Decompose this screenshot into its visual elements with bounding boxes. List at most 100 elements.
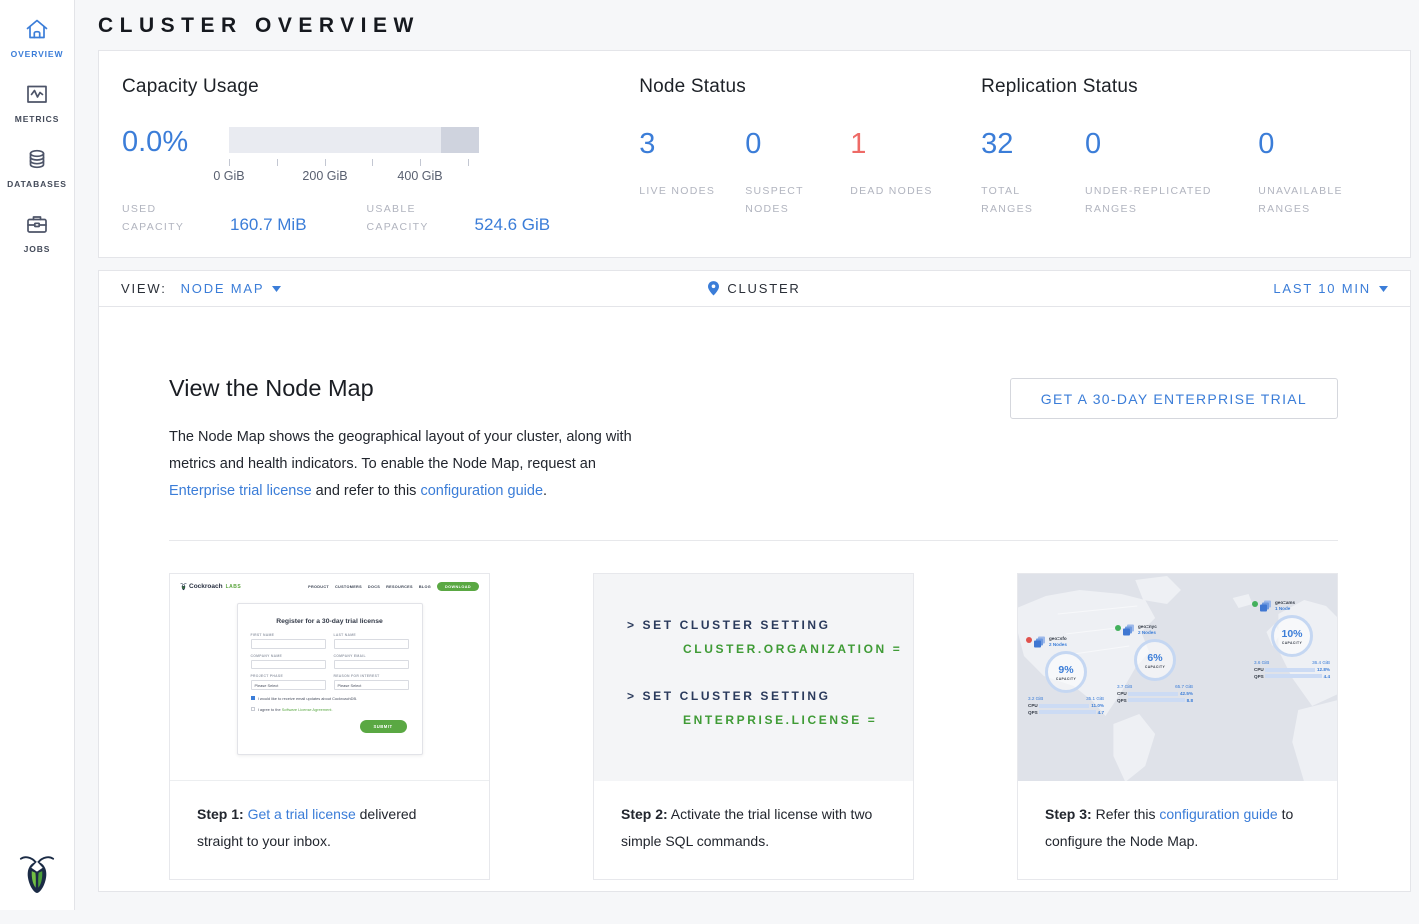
usable-capacity-stat: USABLE CAPACITY 524.6 GiB: [367, 201, 551, 237]
sidebar: OVERVIEW METRICS DATABASES: [0, 0, 75, 910]
step1-caption: Step 1: Get a trial license delivered st…: [170, 781, 489, 878]
sidebar-item-databases[interactable]: DATABASES: [7, 146, 67, 189]
capacity-usage-title: Capacity Usage: [122, 76, 639, 98]
configuration-guide-link[interactable]: configuration guide: [1159, 806, 1277, 822]
mini-download-button: DOWNLOAD: [437, 582, 479, 591]
main-content: CLUSTER OVERVIEW Capacity Usage 0.0% 0 G…: [75, 14, 1419, 905]
axis-tick: [277, 159, 278, 166]
time-range-dropdown[interactable]: LAST 10 MIN: [1273, 281, 1388, 296]
nodes-stack-icon: [1260, 600, 1272, 612]
step3-card: geo=sfo 2 Nodes 9% CAPACITY 3.2 GiB 35.1…: [1017, 573, 1338, 879]
status-dot-ok: [1115, 625, 1121, 631]
qps-sparkline: [1128, 698, 1185, 702]
mini-input: [334, 639, 409, 649]
mini-checkbox-checked: [251, 696, 255, 700]
sidebar-item-overview[interactable]: OVERVIEW: [11, 16, 64, 59]
axis-tick: [229, 159, 230, 166]
sidebar-item-label: JOBS: [24, 244, 51, 254]
node-map-placeholder-card: View the Node Map The Node Map shows the…: [98, 306, 1411, 892]
status-dot-warning: [1026, 637, 1032, 643]
suspect-nodes-stat: 0 SUSPECT NODES: [745, 130, 850, 219]
page-title: CLUSTER OVERVIEW: [98, 14, 1411, 38]
mini-trial-form: Register for a 30-day trial license FIRS…: [237, 603, 423, 755]
sidebar-item-metrics[interactable]: METRICS: [15, 81, 60, 124]
sidebar-item-label: METRICS: [15, 114, 60, 124]
cpu-sparkline: [1039, 704, 1089, 708]
chevron-down-icon: [1379, 286, 1388, 292]
capacity-gauge: 10% CAPACITY: [1271, 615, 1313, 657]
cockroachdb-logo: [18, 850, 56, 896]
mini-nav-item: DOCS: [368, 585, 380, 589]
locality-breadcrumb[interactable]: CLUSTER: [543, 281, 965, 296]
cpu-sparkline: [1128, 692, 1178, 696]
mini-nav-item: CUSTOMERS: [335, 585, 362, 589]
replication-status-section: Replication Status 32 TOTAL RANGES 0 UND…: [981, 76, 1410, 257]
jobs-icon: [24, 211, 50, 237]
qps-sparkline: [1039, 710, 1096, 714]
node-status-title: Node Status: [639, 76, 981, 98]
cockroach-labs-logo: Cockroach LABS: [180, 582, 241, 591]
status-dot-ok: [1252, 601, 1258, 607]
used-capacity-label: USED CAPACITY: [122, 201, 210, 237]
total-ranges-stat: 32 TOTAL RANGES: [981, 130, 1085, 219]
sidebar-item-label: OVERVIEW: [11, 49, 64, 59]
databases-icon: [24, 146, 50, 172]
qps-sparkline: [1265, 674, 1322, 678]
mini-input: [251, 639, 326, 649]
capacity-gauge: 6% CAPACITY: [1134, 639, 1176, 681]
mini-input: [334, 660, 409, 670]
configuration-guide-link[interactable]: configuration guide: [420, 483, 543, 499]
usable-capacity-value: 524.6 GiB: [475, 215, 551, 237]
cluster-summary-card: Capacity Usage 0.0% 0 GiB 200 GiB 400 Gi…: [98, 50, 1411, 258]
nodes-stack-icon: [1123, 624, 1135, 636]
get-trial-license-link[interactable]: Get a trial license: [248, 806, 356, 822]
step3-node-map-screenshot: geo=sfo 2 Nodes 9% CAPACITY 3.2 GiB 35.1…: [1018, 574, 1337, 781]
cpu-sparkline: [1265, 668, 1315, 672]
sidebar-item-label: DATABASES: [7, 179, 67, 189]
under-replicated-ranges-stat: 0 UNDER-REPLICATED RANGES: [1085, 130, 1258, 219]
node-map-description: The Node Map shows the geographical layo…: [169, 424, 637, 504]
cluster-breadcrumb-label: CLUSTER: [727, 281, 800, 296]
axis-tick: [468, 159, 469, 166]
step2-sql-commands: > SET CLUSTER SETTING CLUSTER.ORGANIZATI…: [594, 574, 913, 781]
live-nodes-stat: 3 LIVE NODES: [639, 130, 745, 219]
view-selector-dropdown[interactable]: NODE MAP: [181, 281, 282, 296]
axis-tick: [372, 159, 373, 166]
step1-card: Cockroach LABS PRODUCT CUSTOMERS DOCS RE…: [169, 573, 490, 879]
view-toolbar: VIEW: NODE MAP CLUSTER LAST 10 MIN: [98, 270, 1411, 307]
dead-nodes-stat: 1 DEAD NODES: [850, 130, 946, 219]
capacity-bar: 0 GiB 200 GiB 400 GiB: [229, 127, 479, 189]
home-icon: [24, 16, 50, 42]
used-capacity-value: 160.7 MiB: [230, 215, 307, 237]
mini-nav-item: PRODUCT: [308, 585, 329, 589]
enterprise-trial-license-link[interactable]: Enterprise trial license: [169, 483, 312, 499]
replication-status-title: Replication Status: [981, 76, 1410, 98]
mini-select: Please Select: [334, 680, 409, 690]
unavailable-ranges-stat: 0 UNAVAILABLE RANGES: [1258, 130, 1410, 219]
section-divider: [169, 540, 1338, 541]
map-locality-nyc: geo=nyc 2 Nodes 6% CAPACITY 3.7 GiB 65.7…: [1115, 624, 1195, 703]
map-locality-ams: geo=ams 1 Node 10% CAPACITY 3.6 GiB 36.4…: [1252, 600, 1332, 679]
sidebar-item-jobs[interactable]: JOBS: [24, 211, 51, 254]
nodes-stack-icon: [1034, 636, 1046, 648]
step2-card: > SET CLUSTER SETTING CLUSTER.ORGANIZATI…: [593, 573, 914, 879]
view-label: VIEW:: [121, 281, 167, 296]
axis-tick-label: 0 GiB: [213, 169, 244, 183]
step2-caption: Step 2: Activate the trial license with …: [594, 781, 913, 878]
map-locality-sfo: geo=sfo 2 Nodes 9% CAPACITY 3.2 GiB 35.1…: [1026, 636, 1106, 715]
axis-tick: [420, 159, 421, 166]
mini-input: [251, 660, 326, 670]
mini-nav-item: RESOURCES: [386, 585, 413, 589]
capacity-bar-reserved-segment: [441, 127, 479, 153]
capacity-gauge: 9% CAPACITY: [1045, 651, 1087, 693]
axis-tick-label: 200 GiB: [302, 169, 347, 183]
get-enterprise-trial-button[interactable]: GET A 30-DAY ENTERPRISE TRIAL: [1010, 378, 1338, 419]
step1-registration-screenshot: Cockroach LABS PRODUCT CUSTOMERS DOCS RE…: [170, 574, 489, 781]
capacity-usage-section: Capacity Usage 0.0% 0 GiB 200 GiB 400 Gi…: [122, 76, 639, 257]
map-pin-icon: [708, 281, 719, 296]
axis-tick-label: 400 GiB: [397, 169, 442, 183]
used-capacity-stat: USED CAPACITY 160.7 MiB: [122, 201, 307, 237]
mini-select: Please Select: [251, 680, 326, 690]
metrics-icon: [24, 81, 50, 107]
step3-caption: Step 3: Refer this configuration guide t…: [1018, 781, 1337, 878]
